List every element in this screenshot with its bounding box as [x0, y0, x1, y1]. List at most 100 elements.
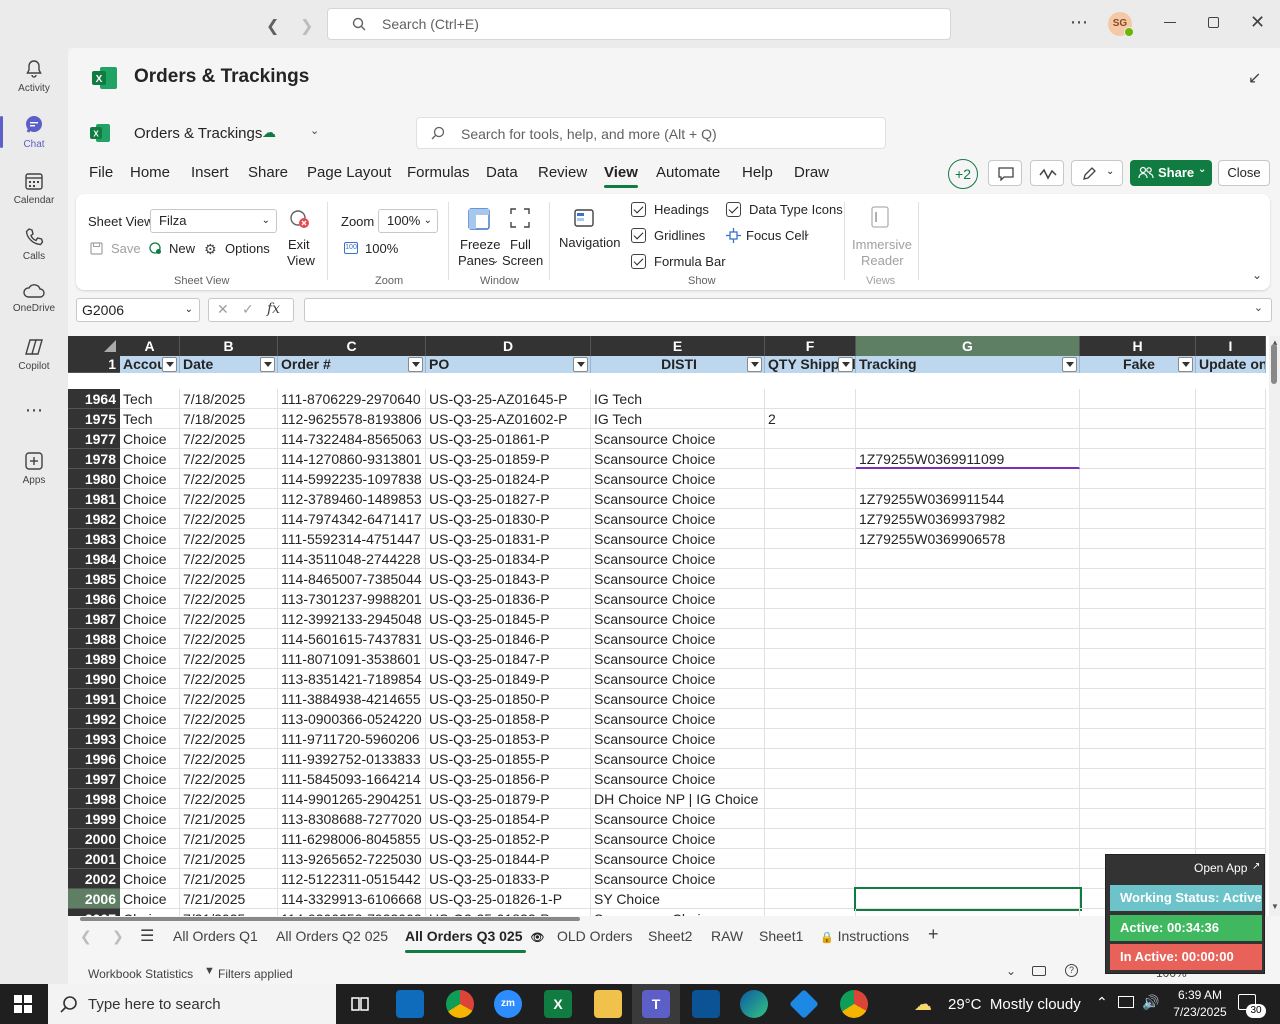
cell-e[interactable]: Scansource Choice — [591, 849, 765, 869]
cell-f[interactable] — [765, 589, 856, 609]
cell-d[interactable]: US-Q3-25-01859-P — [426, 449, 591, 469]
row-number[interactable]: 1985 — [68, 569, 120, 589]
cell-d[interactable]: US-Q3-25-01833-P — [426, 869, 591, 889]
row-number[interactable]: 1997 — [68, 769, 120, 789]
cell-g[interactable] — [856, 789, 1080, 809]
freeze-panes-label-2[interactable]: Panes — [458, 253, 495, 268]
row-number[interactable]: 2006 — [68, 889, 120, 909]
cell-c[interactable]: 113-7301237-9988201 — [278, 589, 426, 609]
cell-g[interactable] — [856, 569, 1080, 589]
sheet-tab-1[interactable]: All Orders Q1 — [173, 928, 258, 944]
cell-e[interactable]: Scansource Choice — [591, 829, 765, 849]
sheet-tab-3[interactable]: All Orders Q3 025 👁 — [405, 928, 544, 953]
chevron-up-icon[interactable]: ⌃ — [1096, 994, 1108, 1011]
file-explorer-icon[interactable] — [594, 990, 622, 1018]
row-number[interactable]: 1992 — [68, 709, 120, 729]
cell-e[interactable]: Scansource Choice — [591, 609, 765, 629]
filter-dropdown-icon[interactable] — [1062, 357, 1077, 372]
cell-b[interactable]: 7/21/2025 — [180, 829, 278, 849]
tab-review[interactable]: Review — [538, 164, 587, 181]
editing-mode-button[interactable]: ⌄ — [1071, 160, 1123, 186]
headings-checkbox[interactable] — [631, 202, 646, 217]
row-number[interactable]: 1998 — [68, 789, 120, 809]
taskbar-search[interactable]: Type here to search — [48, 984, 336, 1024]
exit-view-label-1[interactable]: Exit — [288, 237, 310, 252]
cell-b[interactable]: 7/22/2025 — [180, 789, 278, 809]
task-view-icon[interactable] — [346, 990, 374, 1018]
row-number[interactable]: 2007 — [68, 909, 120, 916]
column-header-h[interactable]: H — [1080, 336, 1196, 356]
cell-a[interactable]: Choice — [120, 769, 180, 789]
cell-a[interactable]: Choice — [120, 529, 180, 549]
rail-item-activity[interactable]: Activity — [0, 50, 68, 102]
cell-a[interactable]: Choice — [120, 889, 180, 909]
cell-e[interactable]: Scansource Choice — [591, 429, 765, 449]
network-icon[interactable] — [1118, 996, 1134, 1008]
cell-g[interactable] — [856, 549, 1080, 569]
row-number[interactable]: 1978 — [68, 449, 120, 469]
cell-f[interactable] — [765, 809, 856, 829]
cell-c[interactable]: 113-8308688-7277020 — [278, 809, 426, 829]
cell-g[interactable] — [856, 849, 1080, 869]
cell-f[interactable] — [765, 669, 856, 689]
cell-a[interactable]: Choice — [120, 649, 180, 669]
cell-h[interactable] — [1080, 429, 1196, 449]
cell-a[interactable]: Choice — [120, 449, 180, 469]
cell-e[interactable]: IG Tech — [591, 409, 765, 429]
cell-f[interactable] — [765, 549, 856, 569]
cell-d[interactable]: US-Q3-25-01879-P — [426, 789, 591, 809]
row-number[interactable]: 2000 — [68, 829, 120, 849]
cell-c[interactable]: 112-3992133-2945048 — [278, 609, 426, 629]
cell-i[interactable] — [1196, 669, 1266, 689]
cell-g[interactable] — [856, 689, 1080, 709]
clock-time[interactable]: 6:39 AM — [1172, 988, 1228, 1002]
cell-g[interactable] — [856, 809, 1080, 829]
cell-c[interactable]: 114-5601615-7437831 — [278, 629, 426, 649]
gridlines-checkbox[interactable] — [631, 228, 646, 243]
filter-dropdown-icon[interactable] — [838, 357, 853, 372]
close-button[interactable]: Close — [1218, 160, 1270, 186]
cell-d[interactable]: US-Q3-25-01852-P — [426, 829, 591, 849]
cell-h[interactable] — [1080, 529, 1196, 549]
column-header-d[interactable]: D — [426, 336, 591, 356]
cell-f[interactable] — [765, 429, 856, 449]
cell-e[interactable]: IG Tech — [591, 389, 765, 409]
header-cell-i[interactable]: Update on A — [1196, 356, 1266, 373]
sheet-view-select[interactable]: Filza ⌄ — [150, 209, 277, 233]
tab-share[interactable]: Share — [248, 164, 288, 181]
cell-e[interactable]: Scansource Choice — [591, 909, 765, 916]
cancel-icon[interactable]: ✕ — [217, 301, 229, 318]
cell-f[interactable] — [765, 469, 856, 489]
cell-d[interactable]: US-Q3-25-01853-P — [426, 729, 591, 749]
cell-b[interactable]: 7/22/2025 — [180, 609, 278, 629]
rail-item-copilot[interactable]: Copilot — [0, 328, 68, 380]
cell-g[interactable] — [854, 887, 1082, 911]
cell-d[interactable]: US-Q3-25-AZ01602-P — [426, 409, 591, 429]
cell-b[interactable]: 7/21/2025 — [180, 809, 278, 829]
chevron-down-icon[interactable]: ⌄ — [1006, 964, 1016, 978]
cell-h[interactable] — [1080, 689, 1196, 709]
scrollbar-thumb[interactable] — [1271, 344, 1277, 384]
cell-c[interactable]: 111-8071091-3538601 — [278, 649, 426, 669]
cell-b[interactable]: 7/21/2025 — [180, 889, 278, 909]
cell-e[interactable]: Scansource Choice — [591, 469, 765, 489]
cell-c[interactable]: 114-3511048-2744228 — [278, 549, 426, 569]
cell-e[interactable]: Scansource Choice — [591, 549, 765, 569]
cell-d[interactable]: US-Q3-25-01834-P — [426, 549, 591, 569]
cell-g[interactable] — [856, 469, 1080, 489]
rail-item-chat[interactable]: Chat — [0, 106, 68, 158]
sheet-tab-7[interactable]: Sheet1 — [759, 928, 803, 944]
cell-a[interactable]: Choice — [120, 909, 180, 916]
cell-f[interactable] — [765, 789, 856, 809]
column-header-f[interactable]: F — [765, 336, 856, 356]
formula-bar-checkbox[interactable] — [631, 254, 646, 269]
teams-search-input[interactable]: Search (Ctrl+E) — [327, 8, 951, 40]
more-apps-icon[interactable]: ⋯ — [0, 384, 68, 436]
tab-help[interactable]: Help — [742, 164, 773, 181]
cell-g[interactable] — [856, 609, 1080, 629]
cell-i[interactable] — [1196, 549, 1266, 569]
rail-item-calls[interactable]: Calls — [0, 218, 68, 270]
name-box[interactable]: G2006 ⌄ — [76, 298, 200, 322]
cell-a[interactable]: Choice — [120, 509, 180, 529]
column-header-g[interactable]: G — [856, 336, 1080, 356]
